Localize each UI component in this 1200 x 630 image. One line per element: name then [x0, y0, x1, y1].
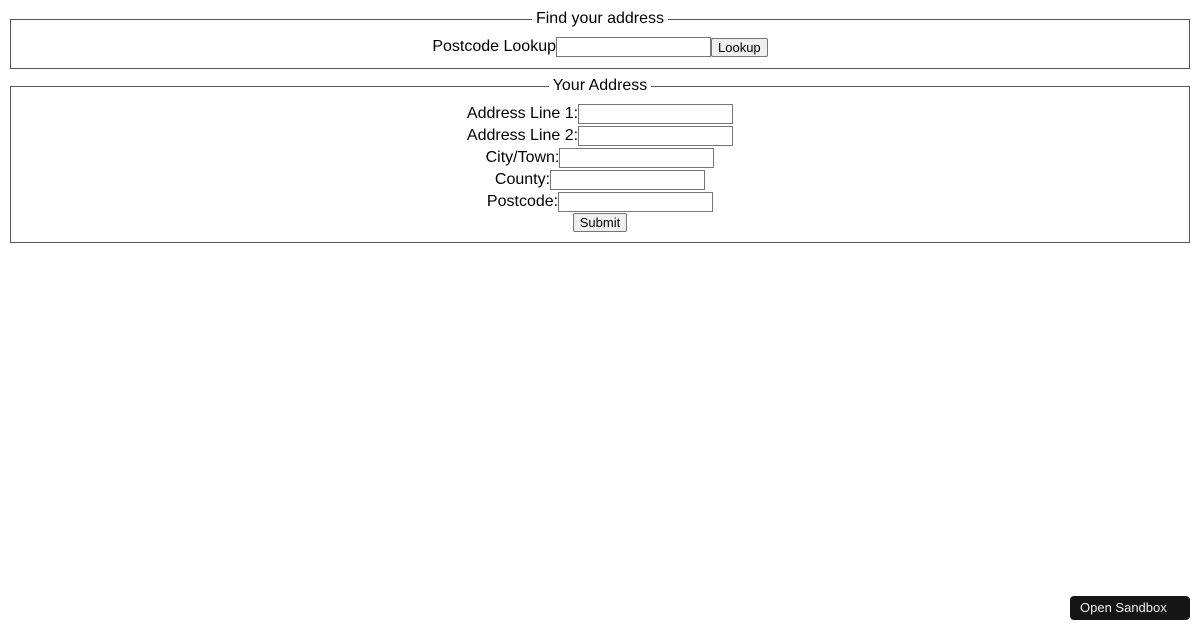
county-label: County: [495, 169, 550, 191]
lookup-button[interactable]: Lookup [711, 38, 768, 57]
your-address-legend: Your Address [549, 77, 652, 95]
your-address-fieldset: Your Address Address Line 1: Address Lin… [10, 77, 1190, 243]
postcode-lookup-input[interactable] [556, 37, 711, 57]
postcode-lookup-label: Postcode Lookup [432, 36, 556, 58]
postcode-lookup-row: Postcode Lookup Lookup [21, 36, 1179, 58]
address-line-1-input[interactable] [578, 104, 733, 124]
find-address-fieldset: Find your address Postcode Lookup Lookup [10, 10, 1190, 69]
submit-row: Submit [21, 213, 1179, 232]
city-town-input[interactable] [559, 148, 714, 168]
address-form: Find your address Postcode Lookup Lookup… [10, 10, 1190, 243]
county-input[interactable] [550, 170, 705, 190]
city-town-row: City/Town: [21, 147, 1179, 169]
address-line-1-label: Address Line 1: [467, 103, 578, 125]
county-row: County: [21, 169, 1179, 191]
city-town-label: City/Town: [486, 147, 560, 169]
postcode-input[interactable] [558, 192, 713, 212]
submit-button[interactable]: Submit [573, 213, 627, 232]
postcode-row: Postcode: [21, 191, 1179, 213]
address-line-1-row: Address Line 1: [21, 103, 1179, 125]
postcode-label: Postcode: [487, 191, 558, 213]
address-line-2-input[interactable] [578, 126, 733, 146]
address-line-2-row: Address Line 2: [21, 125, 1179, 147]
find-address-legend: Find your address [532, 10, 668, 28]
address-line-2-label: Address Line 2: [467, 125, 578, 147]
open-sandbox-button[interactable]: Open Sandbox [1070, 596, 1190, 620]
